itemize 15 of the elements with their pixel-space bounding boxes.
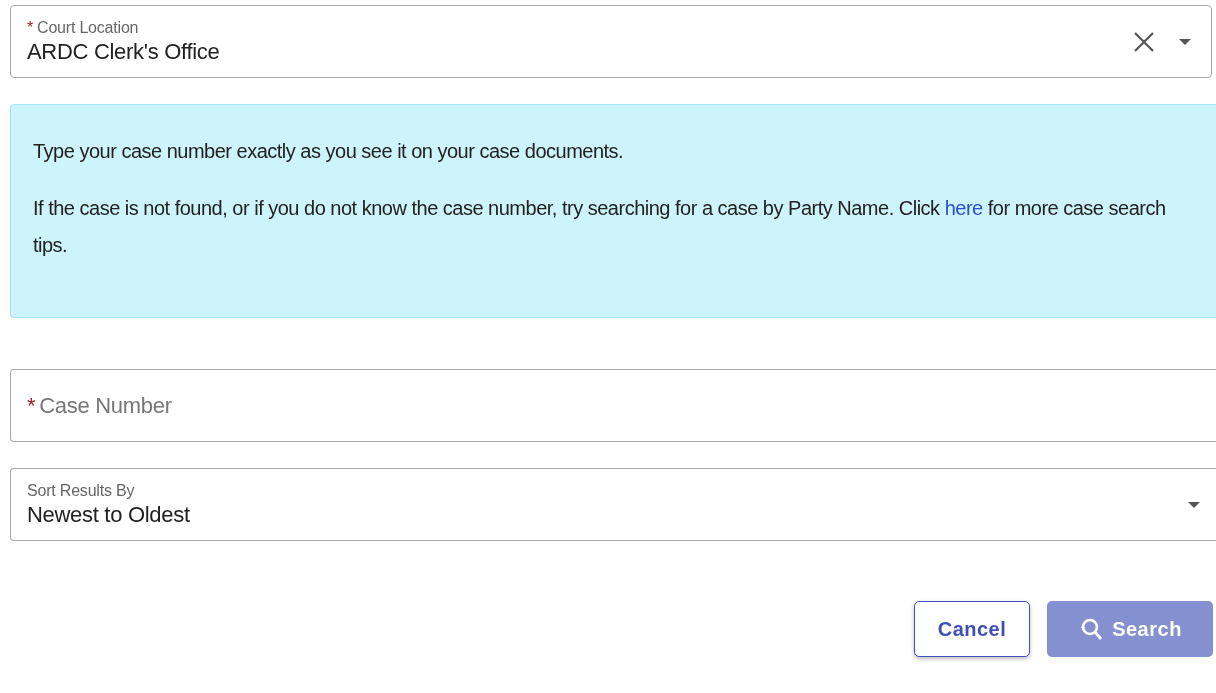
info-text: If the case is not found, or if you do not know the case number, try searching for a case by Party Name. Click here for more case search tips. — [33, 196, 1167, 258]
field-value: Newest to Oldest — [27, 501, 191, 528]
field-value: ARDC Clerk's Office — [27, 38, 221, 65]
sort-select[interactable]: Sort Results By Newest to Oldest — [10, 468, 1216, 541]
case-number-field[interactable]: * Case Number — [10, 369, 1216, 442]
help-link[interactable]: here — [944, 197, 983, 219]
field-label: * Court Location — [27, 18, 140, 37]
dropdown-caret-icon[interactable] — [1188, 501, 1200, 508]
search-icon — [1078, 616, 1105, 642]
field-label: Sort Results By — [27, 481, 136, 500]
cancel-button[interactable]: Cancel — [914, 601, 1030, 657]
court-location-select[interactable]: * Court Location ARDC Clerk's Office — [10, 5, 1212, 78]
field-label: * Case Number — [27, 392, 172, 419]
info-text: Type your case number exactly as you see it on your case documents. — [33, 139, 625, 164]
dropdown-caret-icon[interactable] — [1179, 38, 1191, 45]
